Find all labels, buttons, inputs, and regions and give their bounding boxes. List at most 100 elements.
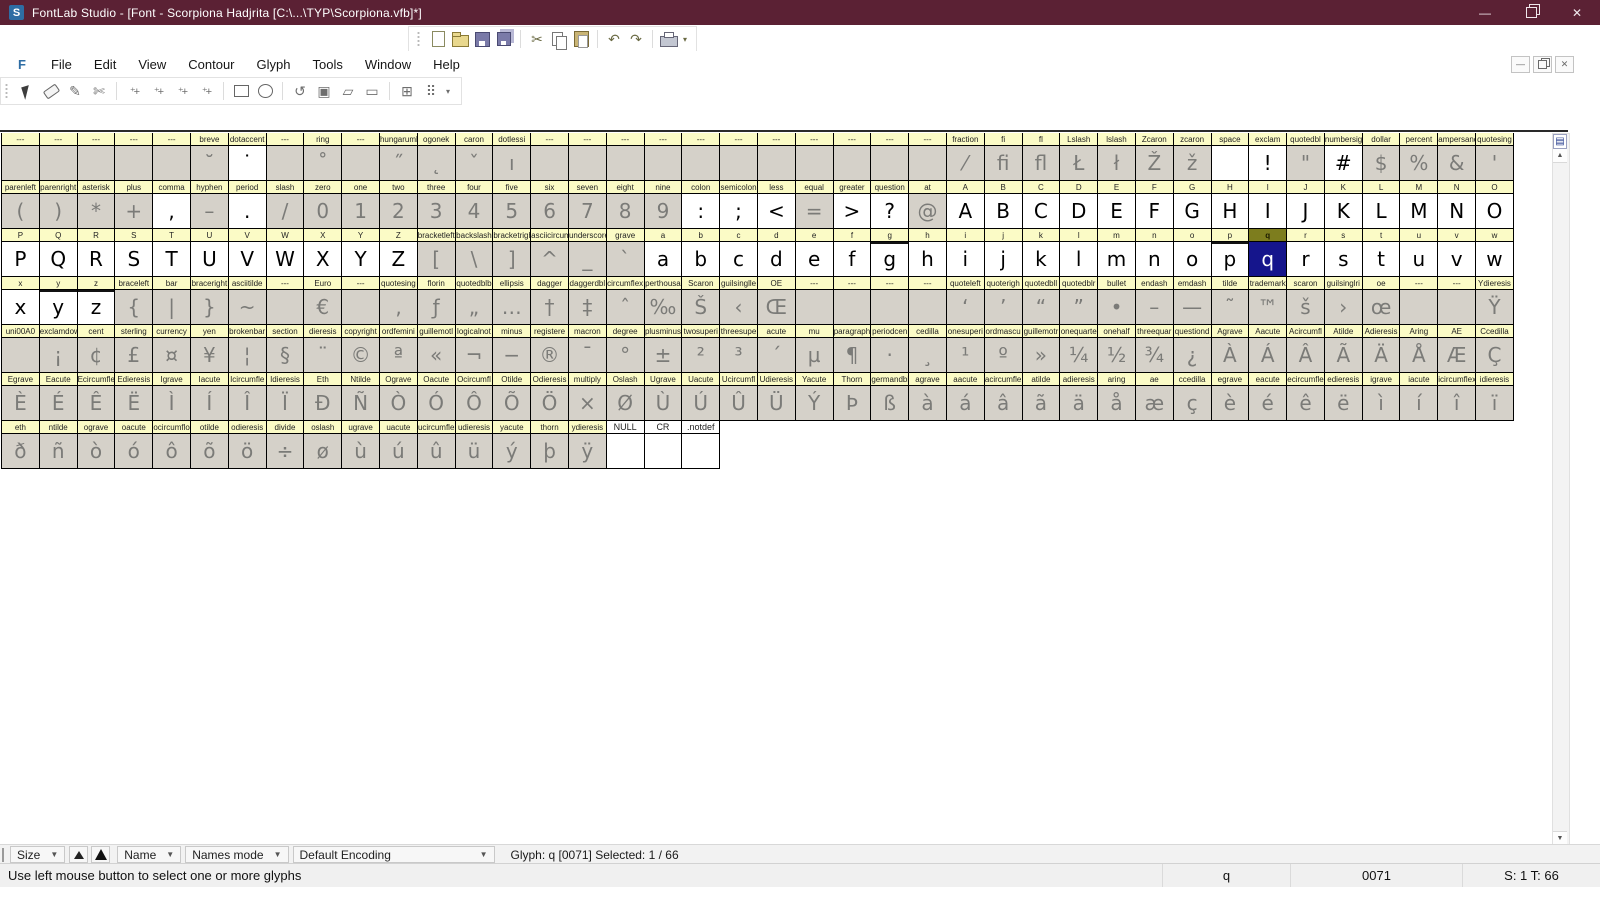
glyph-cell[interactable]: L bbox=[1362, 194, 1401, 229]
glyph-cell[interactable] bbox=[153, 146, 191, 181]
glyph-cell[interactable]: Î bbox=[228, 386, 267, 421]
redo-icon[interactable]: ↷ bbox=[625, 29, 647, 49]
glyph-cell[interactable]: P bbox=[2, 242, 40, 277]
pointer-tool-icon[interactable] bbox=[15, 80, 39, 102]
glyph-cell[interactable]: ˛ bbox=[417, 146, 456, 181]
glyph-cell[interactable]: k bbox=[1022, 242, 1061, 277]
minimize-button[interactable]: — bbox=[1462, 0, 1508, 25]
glyph-cell[interactable]: F bbox=[1135, 194, 1174, 229]
glyph-cell[interactable]: Æ bbox=[1438, 338, 1477, 373]
glyph-cell[interactable] bbox=[720, 146, 758, 181]
glyph-cell[interactable]: û bbox=[417, 434, 456, 469]
glyph-cell[interactable]: Ž bbox=[1135, 146, 1174, 181]
glyph-cell[interactable]: ½ bbox=[1098, 338, 1136, 373]
glyph-cell[interactable]: À bbox=[1211, 338, 1250, 373]
slant-tool-icon[interactable]: ▱ bbox=[336, 80, 360, 102]
glyph-cell[interactable]: Q bbox=[39, 242, 78, 277]
glyph-cell[interactable]: ª bbox=[379, 338, 418, 373]
add-tangent-tool-icon[interactable]: ⁺+ bbox=[194, 80, 218, 102]
glyph-cell[interactable]: » bbox=[1022, 338, 1061, 373]
glyph-cell[interactable]: ‡ bbox=[568, 290, 607, 325]
mdi-close-button[interactable]: ✕ bbox=[1555, 55, 1574, 73]
glyph-cell[interactable]: Ñ bbox=[342, 386, 380, 421]
glyph-cell[interactable]: . bbox=[228, 194, 267, 229]
glyph-cell[interactable]: « bbox=[417, 338, 456, 373]
glyph-cell[interactable]: ¬ bbox=[455, 338, 494, 373]
toolbar-grip[interactable] bbox=[417, 31, 420, 47]
glyph-cell[interactable]: õ bbox=[190, 434, 229, 469]
glyph-cell[interactable]: } bbox=[190, 290, 229, 325]
menu-item-file[interactable]: File bbox=[40, 53, 83, 76]
glyph-cell[interactable]: Û bbox=[720, 386, 758, 421]
add-corner-tool-icon[interactable]: ⁺+ bbox=[146, 80, 170, 102]
glyph-cell[interactable]: Ê bbox=[77, 386, 116, 421]
glyph-cell[interactable]: ! bbox=[1249, 146, 1288, 181]
glyph-cell[interactable]: „ bbox=[455, 290, 494, 325]
copy-icon[interactable] bbox=[548, 29, 570, 50]
glyph-cell[interactable]: Ý bbox=[795, 386, 834, 421]
save-icon[interactable] bbox=[471, 29, 493, 49]
glyph-cell[interactable]: ¶ bbox=[833, 338, 872, 373]
glyph-cell[interactable]: ˝ bbox=[379, 146, 418, 181]
glyph-cell[interactable] bbox=[1400, 290, 1439, 325]
glyph-cell[interactable]: b bbox=[682, 242, 721, 277]
glyph-cell[interactable]: 9 bbox=[644, 194, 683, 229]
glyph-cell[interactable]: â bbox=[984, 386, 1023, 421]
glyph-cell[interactable]: @ bbox=[909, 194, 947, 229]
vertical-scrollbar[interactable]: ▤ ▲ ▼ bbox=[1552, 133, 1570, 846]
glyph-cell[interactable]: ; bbox=[720, 194, 758, 229]
glyph-cell[interactable]: Õ bbox=[493, 386, 532, 421]
glyph-cell[interactable] bbox=[39, 146, 78, 181]
paste-icon[interactable] bbox=[570, 29, 592, 49]
rotate-tool-icon[interactable]: ↺ bbox=[288, 80, 312, 102]
glyph-cell[interactable]: Ï bbox=[266, 386, 305, 421]
glyph-cell[interactable]: ° bbox=[606, 338, 645, 373]
glyph-cell[interactable]: ’ bbox=[984, 290, 1023, 325]
glyph-cell[interactable]: ¿ bbox=[1173, 338, 1212, 373]
glyph-cell[interactable]: Å bbox=[1400, 338, 1439, 373]
glyph-cell[interactable]: ó bbox=[115, 434, 154, 469]
glyph-cell[interactable]: ] bbox=[493, 242, 532, 277]
glyph-cell[interactable]: ? bbox=[871, 194, 910, 229]
glyph-cell[interactable]: ¹ bbox=[946, 338, 985, 373]
glyph-cell[interactable]: 5 bbox=[493, 194, 532, 229]
glyph-cell[interactable]: y bbox=[39, 290, 78, 325]
glyph-cell[interactable]: ý bbox=[493, 434, 532, 469]
glyph-cell[interactable]: c bbox=[720, 242, 758, 277]
glyph-cell[interactable]: ¸ bbox=[909, 338, 947, 373]
glyph-cell[interactable]: Ò bbox=[379, 386, 418, 421]
glyph-cell[interactable]: ± bbox=[644, 338, 683, 373]
glyph-cell[interactable]: U bbox=[190, 242, 229, 277]
glyph-cell[interactable] bbox=[342, 146, 380, 181]
glyph-cell[interactable]: ñ bbox=[39, 434, 78, 469]
glyph-cell[interactable]: % bbox=[1400, 146, 1439, 181]
print-icon[interactable] bbox=[658, 29, 680, 49]
glyph-cell[interactable]: X bbox=[304, 242, 343, 277]
glyph-cell[interactable]: Þ bbox=[833, 386, 872, 421]
glyph-cell[interactable]: 6 bbox=[531, 194, 569, 229]
glyph-cell[interactable]: S bbox=[115, 242, 154, 277]
glyph-cell[interactable]: Œ bbox=[757, 290, 796, 325]
glyph-cell[interactable]: V bbox=[228, 242, 267, 277]
glyph-cell[interactable]: = bbox=[795, 194, 834, 229]
glyph-cell[interactable]: ™ bbox=[1249, 290, 1288, 325]
glyph-cell[interactable]: " bbox=[1287, 146, 1325, 181]
glyph-cell[interactable]: & bbox=[1438, 146, 1477, 181]
glyph-cell[interactable]: ‰ bbox=[644, 290, 683, 325]
glyph-cell[interactable] bbox=[682, 434, 721, 469]
glyph-cell[interactable]: $ bbox=[1362, 146, 1401, 181]
glyph-cell[interactable]: w bbox=[1476, 242, 1514, 277]
glyph-cell[interactable] bbox=[606, 434, 645, 469]
glyph-cell[interactable]: − bbox=[493, 338, 532, 373]
glyph-cell[interactable] bbox=[871, 290, 910, 325]
glyph-cell[interactable] bbox=[909, 146, 947, 181]
glyph-cell[interactable]: f bbox=[833, 242, 872, 277]
glyph-cell[interactable]: e bbox=[795, 242, 834, 277]
glyph-cell[interactable]: Z bbox=[379, 242, 418, 277]
glyph-cell[interactable] bbox=[1438, 290, 1477, 325]
glyph-cell[interactable]: î bbox=[1438, 386, 1477, 421]
cut-icon[interactable]: ✂ bbox=[526, 29, 548, 49]
glyph-cell[interactable]: / bbox=[266, 194, 305, 229]
glyph-cell[interactable]: ‹ bbox=[720, 290, 758, 325]
glyph-cell[interactable]: ç bbox=[1173, 386, 1212, 421]
